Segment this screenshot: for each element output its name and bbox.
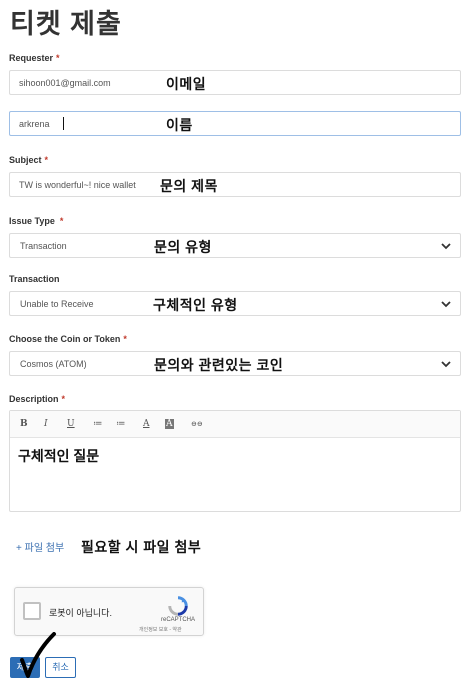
chevron-down-icon [441,243,451,250]
description-label: Description * [9,394,66,404]
subject-annotation: 문의 제목 [160,178,218,194]
required-marker: * [44,155,49,165]
recaptcha-checkbox[interactable] [23,602,41,620]
description-editor[interactable]: B I U ≔ ≔ A A ⊖⊖ 구체적인 질문 [9,410,461,512]
italic-button[interactable]: I [44,419,48,429]
issue-type-annotation: 문의 유형 [154,239,212,255]
recaptcha-links[interactable]: 개인정보 보호 - 약관 [139,626,182,633]
name-field[interactable]: arkrena [9,111,461,136]
recaptcha-widget: 로봇이 아닙니다. reCAPTCHA 개인정보 보호 - 약관 [14,587,204,636]
name-annotation: 이름 [166,117,193,133]
required-marker: * [56,53,60,63]
recaptcha-label: 로봇이 아닙니다. [49,608,112,618]
attach-annotation: 필요할 시 파일 첨부 [81,539,202,555]
issue-type-value: Transaction [20,241,67,251]
bold-button[interactable]: B [20,419,28,429]
required-marker: * [59,216,64,226]
subject-value: TW is wonderful~! nice wallet [19,180,136,190]
email-value: sihoon001@gmail.com [19,78,111,88]
coin-annotation: 문의와 관련있는 코인 [154,357,284,373]
editor-toolbar: B I U ≔ ≔ A A ⊖⊖ [10,411,460,438]
link-button[interactable]: ⊖⊖ [191,420,203,428]
email-field[interactable]: sihoon001@gmail.com [9,70,461,95]
text-color-button[interactable]: A [143,419,150,429]
recaptcha-logo-icon [168,596,188,616]
name-value: arkrena [19,119,50,129]
issue-type-select[interactable]: Transaction [9,233,461,258]
handwritten-check-icon [20,632,56,678]
required-marker: * [123,334,127,344]
bullet-list-button[interactable]: ≔ [93,419,102,429]
coin-value: Cosmos (ATOM) [20,359,87,369]
page-title: 티켓 제출 [10,9,122,39]
subject-label: Subject * [9,155,49,165]
subject-field[interactable]: TW is wonderful~! nice wallet [9,172,461,197]
text-background-button[interactable]: A [165,419,174,429]
coin-label: Choose the Coin or Token * [9,334,127,344]
chevron-down-icon [441,301,451,308]
underline-button[interactable]: U [67,419,75,429]
recaptcha-brand: reCAPTCHA [161,617,196,623]
transaction-label: Transaction [9,274,60,284]
text-cursor [63,117,64,130]
chevron-down-icon [441,361,451,368]
numbered-list-button[interactable]: ≔ [116,419,125,429]
issue-type-label: Issue Type * [9,216,64,226]
required-marker: * [61,394,66,404]
transaction-annotation: 구체적인 유형 [153,297,238,313]
requester-label: Requester * [9,53,60,63]
email-annotation: 이메일 [166,76,207,92]
attach-file-link[interactable]: + 파일 첨부 [16,539,64,554]
transaction-value: Unable to Receive [20,299,94,309]
description-text: 구체적인 질문 [18,448,100,464]
